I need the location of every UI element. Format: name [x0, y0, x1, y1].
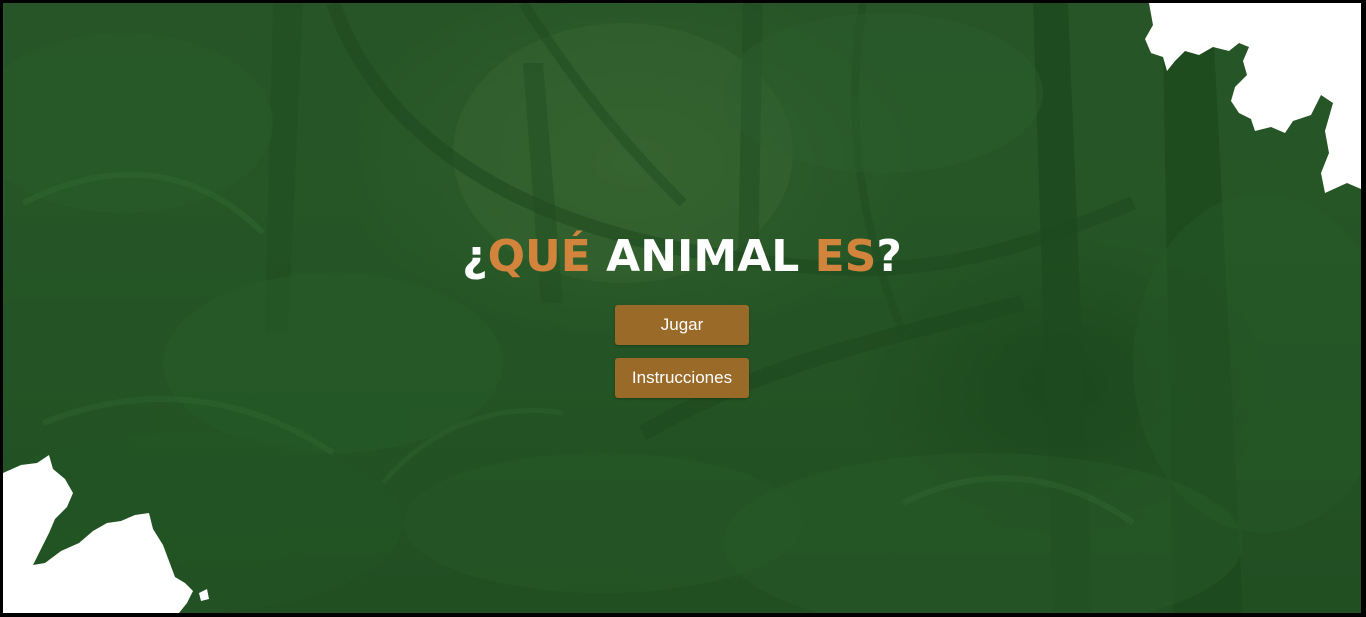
game-screen: ¿QUÉ ANIMAL ES? Jugar Instrucciones — [3, 3, 1361, 613]
main-menu: Jugar Instrucciones — [615, 305, 749, 411]
title-close-mark: ? — [876, 231, 902, 282]
title-word-que: QUÉ — [487, 231, 591, 282]
play-button[interactable]: Jugar — [615, 305, 749, 345]
game-title: ¿QUÉ ANIMAL ES? — [3, 231, 1361, 282]
instructions-button[interactable]: Instrucciones — [615, 358, 749, 398]
title-open-mark: ¿ — [462, 231, 488, 282]
title-word-animal: ANIMAL — [606, 231, 800, 282]
title-word-es: ES — [814, 231, 877, 282]
